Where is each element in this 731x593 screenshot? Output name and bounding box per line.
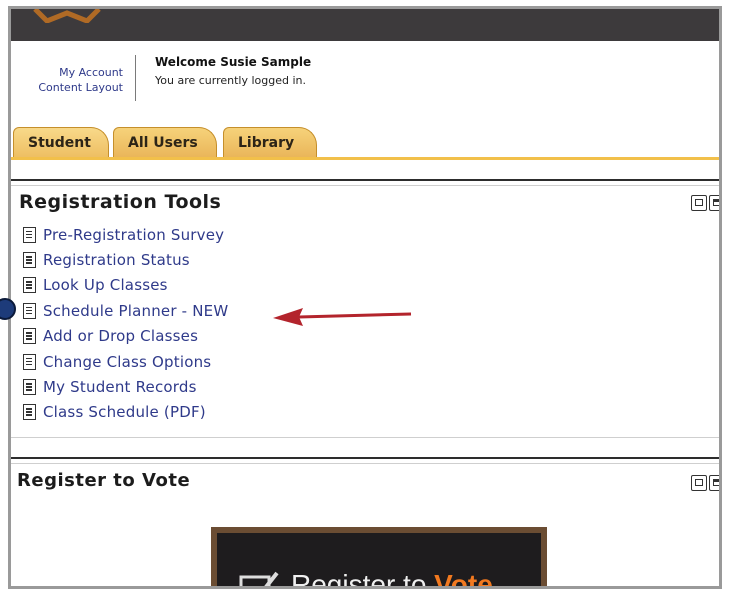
my-student-records-link[interactable]: My Student Records bbox=[43, 378, 197, 396]
pre-registration-survey-link[interactable]: Pre-Registration Survey bbox=[43, 226, 224, 244]
list-item[interactable]: Registration Status bbox=[23, 247, 228, 272]
list-item[interactable]: My Student Records bbox=[23, 374, 228, 399]
top-banner bbox=[11, 9, 719, 41]
minimize-icon[interactable] bbox=[691, 475, 707, 491]
document-icon bbox=[23, 302, 36, 319]
list-item[interactable]: Schedule Planner - NEW bbox=[23, 298, 228, 323]
change-class-options-link[interactable]: Change Class Options bbox=[43, 353, 211, 371]
add-drop-classes-link[interactable]: Add or Drop Classes bbox=[43, 327, 198, 345]
registration-links: Pre-Registration Survey Registration Sta… bbox=[23, 222, 228, 425]
tab-library[interactable]: Library bbox=[223, 127, 317, 157]
logo-icon bbox=[33, 9, 101, 23]
vote-banner-text-main: Register to bbox=[291, 569, 435, 589]
section-divider bbox=[11, 457, 719, 459]
document-icon bbox=[23, 277, 36, 294]
register-to-vote-banner[interactable]: Register to Vote bbox=[211, 527, 547, 589]
my-account-link[interactable]: My Account bbox=[11, 65, 123, 80]
section-divider bbox=[11, 179, 719, 181]
document-icon bbox=[23, 252, 36, 269]
list-item[interactable]: Pre-Registration Survey bbox=[23, 222, 228, 247]
register-to-vote-title: Register to Vote bbox=[17, 470, 191, 491]
section-divider-light bbox=[11, 463, 719, 464]
registration-panel-controls bbox=[691, 195, 719, 211]
tab-underline bbox=[11, 157, 719, 160]
document-icon bbox=[23, 379, 36, 396]
minimize-icon[interactable] bbox=[691, 195, 707, 211]
document-icon bbox=[23, 404, 36, 421]
header: My Account Content Layout Welcome Susie … bbox=[11, 41, 719, 116]
vote-banner-text: Register to Vote bbox=[291, 569, 493, 589]
registration-tools-title: Registration Tools bbox=[19, 191, 222, 213]
checkmark-icon bbox=[239, 571, 279, 586]
welcome-text: Welcome Susie Sample bbox=[155, 55, 312, 69]
tab-bar: Student All Users Library bbox=[11, 127, 719, 165]
header-divider bbox=[135, 55, 136, 101]
class-schedule-pdf-link[interactable]: Class Schedule (PDF) bbox=[43, 403, 206, 421]
list-item[interactable]: Add or Drop Classes bbox=[23, 324, 228, 349]
section-divider-light bbox=[11, 185, 719, 186]
document-icon bbox=[23, 353, 36, 370]
portal-window: My Account Content Layout Welcome Susie … bbox=[8, 6, 722, 589]
account-links: My Account Content Layout bbox=[11, 65, 123, 95]
vote-banner-highlight: Vote bbox=[434, 569, 493, 589]
content-layout-link[interactable]: Content Layout bbox=[11, 80, 123, 95]
list-item[interactable]: Change Class Options bbox=[23, 349, 228, 374]
document-icon bbox=[23, 226, 36, 243]
edit-icon[interactable] bbox=[709, 195, 719, 211]
tab-student[interactable]: Student bbox=[13, 127, 109, 157]
tab-all-users[interactable]: All Users bbox=[113, 127, 217, 157]
schedule-planner-link[interactable]: Schedule Planner - NEW bbox=[43, 302, 228, 320]
look-up-classes-link[interactable]: Look Up Classes bbox=[43, 276, 168, 294]
registration-status-link[interactable]: Registration Status bbox=[43, 251, 190, 269]
vote-panel-controls bbox=[691, 475, 719, 491]
document-icon bbox=[23, 328, 36, 345]
edit-icon[interactable] bbox=[709, 475, 719, 491]
section-divider-light bbox=[11, 437, 719, 438]
list-item[interactable]: Class Schedule (PDF) bbox=[23, 400, 228, 425]
arrow-annotation bbox=[273, 308, 412, 326]
login-status: You are currently logged in. bbox=[155, 74, 307, 87]
list-item[interactable]: Look Up Classes bbox=[23, 273, 228, 298]
